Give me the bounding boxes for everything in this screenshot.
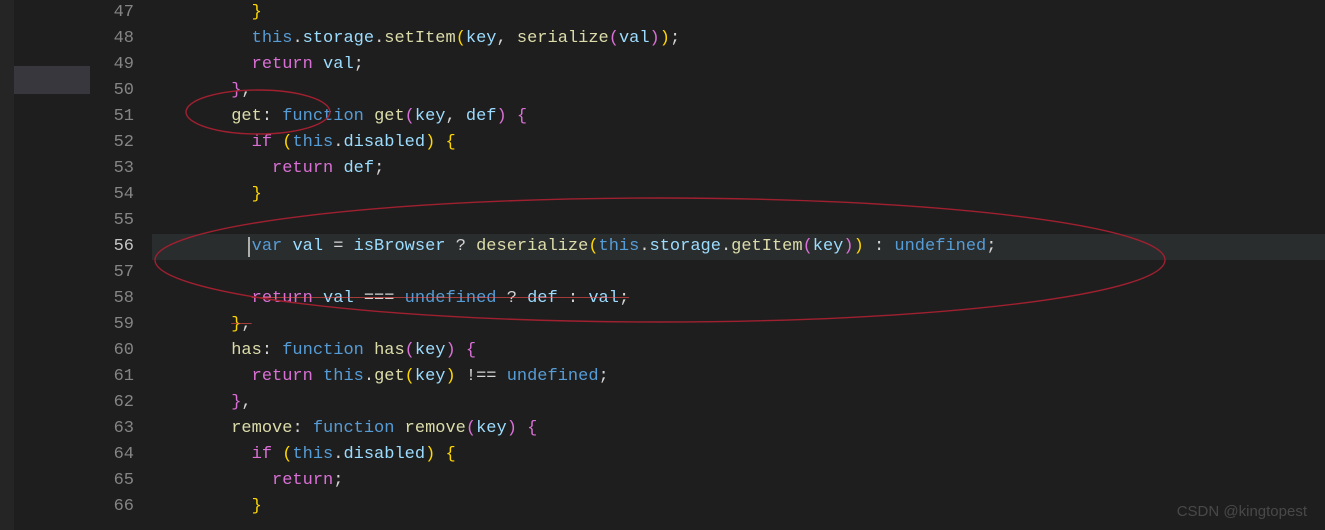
line-number: 50 [90, 78, 134, 104]
activity-bar[interactable] [0, 0, 14, 530]
code-area[interactable]: } this.storage.setItem(key, serialize(va… [152, 0, 1325, 530]
code-line[interactable]: return this.get(key) !== undefined; [152, 364, 1325, 390]
line-number: 63 [90, 416, 134, 442]
code-line[interactable]: } [152, 0, 1325, 26]
line-number: 56 [90, 234, 134, 260]
line-number: 65 [90, 468, 134, 494]
line-number: 48 [90, 26, 134, 52]
code-line[interactable]: return val; [152, 52, 1325, 78]
line-number: 58 [90, 286, 134, 312]
line-number: 61 [90, 364, 134, 390]
code-line-current[interactable]: var val = isBrowser ? deserialize(this.s… [152, 234, 1325, 260]
code-line[interactable]: }, [152, 312, 1325, 338]
code-line[interactable]: return; [152, 468, 1325, 494]
code-line[interactable]: if (this.disabled) { [152, 130, 1325, 156]
line-number: 51 [90, 104, 134, 130]
code-line[interactable]: }, [152, 390, 1325, 416]
code-editor[interactable]: 47 48 49 50 51 52 53 54 55 56 57 58 59 6… [90, 0, 1325, 530]
code-line[interactable] [152, 208, 1325, 234]
cursor-icon [248, 237, 250, 257]
line-number: 60 [90, 338, 134, 364]
code-line[interactable]: if (this.disabled) { [152, 442, 1325, 468]
line-number: 53 [90, 156, 134, 182]
explorer-selection[interactable] [14, 66, 90, 94]
code-line[interactable]: remove: function remove(key) { [152, 416, 1325, 442]
code-line[interactable]: get: function get(key, def) { [152, 104, 1325, 130]
line-number: 49 [90, 52, 134, 78]
line-number: 52 [90, 130, 134, 156]
code-line[interactable]: }, [152, 78, 1325, 104]
line-number: 55 [90, 208, 134, 234]
watermark-text: CSDN @kingtopest [1177, 503, 1307, 520]
line-number: 59 [90, 312, 134, 338]
line-number: 66 [90, 494, 134, 520]
line-number: 57 [90, 260, 134, 286]
code-line[interactable]: has: function has(key) { [152, 338, 1325, 364]
line-number-gutter: 47 48 49 50 51 52 53 54 55 56 57 58 59 6… [90, 0, 152, 530]
line-number: 62 [90, 390, 134, 416]
code-line[interactable] [152, 260, 1325, 286]
code-line[interactable]: } [152, 494, 1325, 520]
code-line[interactable]: return val === undefined ? def : val; [152, 286, 1325, 312]
code-line[interactable]: } [152, 182, 1325, 208]
line-number: 54 [90, 182, 134, 208]
code-line[interactable]: this.storage.setItem(key, serialize(val)… [152, 26, 1325, 52]
line-number: 64 [90, 442, 134, 468]
code-line[interactable]: return def; [152, 156, 1325, 182]
line-number: 47 [90, 0, 134, 26]
